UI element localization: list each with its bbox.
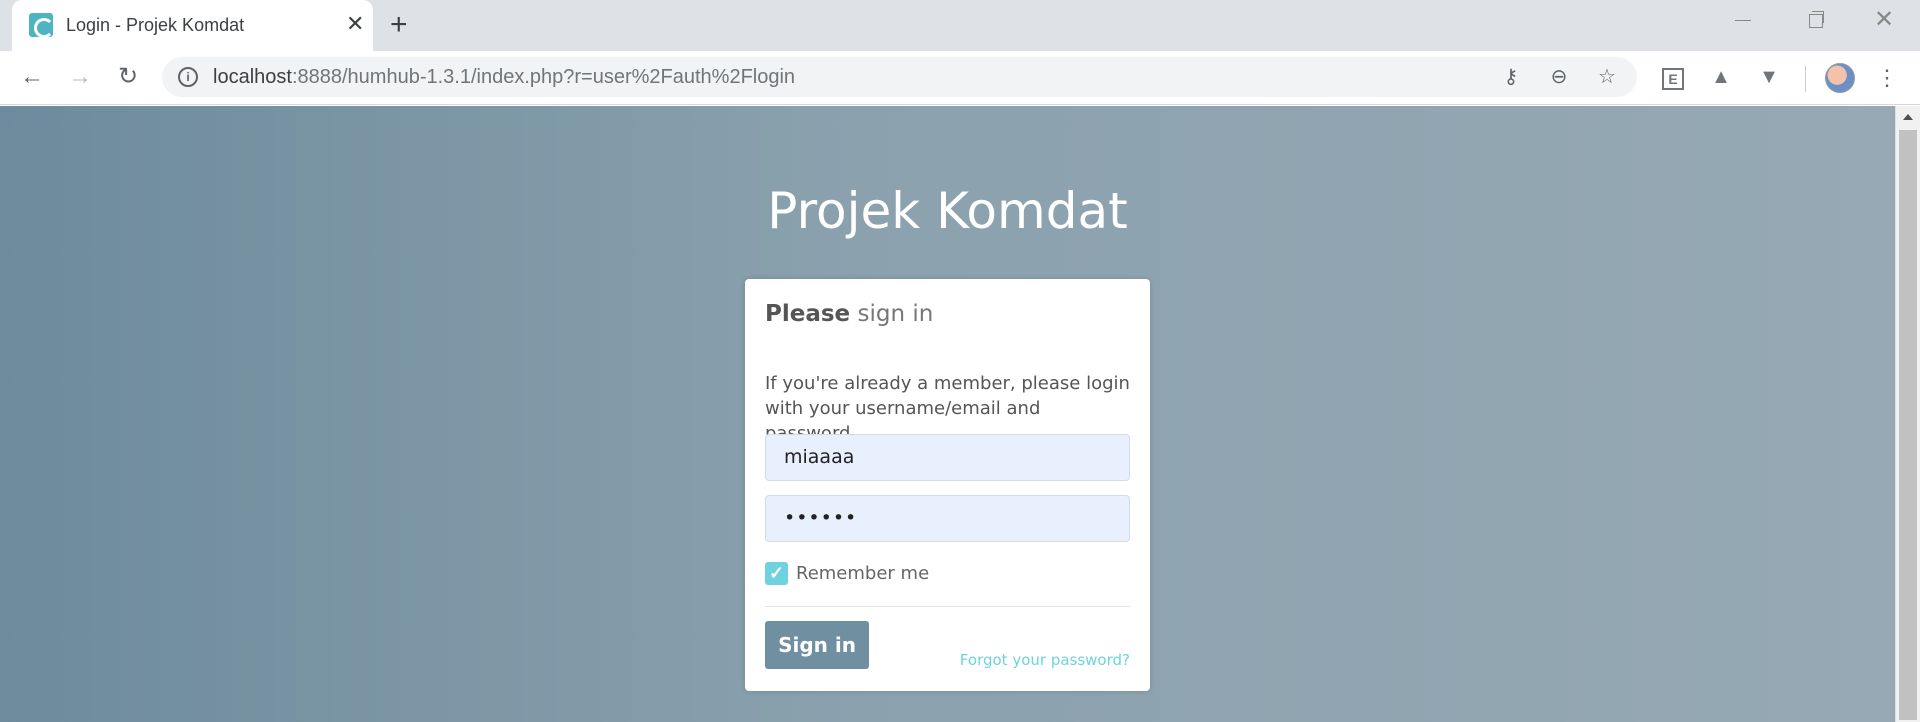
sign-in-button[interactable]: Sign in [765, 621, 869, 669]
window-close-icon[interactable]: ✕ [1874, 6, 1894, 34]
close-tab-icon[interactable]: ✕ [346, 11, 364, 37]
key-icon[interactable]: ⚷ [1498, 64, 1524, 90]
back-icon[interactable]: ← [16, 61, 48, 93]
heading-bold: Please [765, 301, 851, 327]
scroll-up-icon[interactable] [1903, 114, 1913, 120]
vertical-scrollbar[interactable] [1895, 106, 1920, 722]
heading-light: sign in [857, 301, 934, 327]
remember-me-checkbox[interactable]: ✓ [765, 562, 788, 585]
username-field[interactable]: miaaaa [765, 434, 1130, 481]
url-host: localhost [213, 66, 292, 88]
password-field[interactable]: •••••• [765, 495, 1130, 542]
scroll-thumb[interactable] [1899, 130, 1917, 720]
vue-extension-icon[interactable]: ▼ [1756, 64, 1782, 90]
tab-strip: Login - Projek Komdat ✕ + ✕ [0, 0, 1920, 51]
browser-menu-icon[interactable]: ⋮ [1876, 62, 1898, 94]
forgot-password-link[interactable]: Forgot your password? [960, 651, 1130, 669]
drive-extension-icon[interactable]: ▲ [1708, 64, 1734, 90]
new-tab-icon[interactable]: + [390, 8, 408, 42]
extension-e-icon[interactable]: E [1662, 68, 1684, 90]
login-heading: Please sign in [765, 301, 933, 327]
toolbar-divider [1805, 66, 1806, 92]
page-background: Projek Komdat Please sign in If you're a… [0, 106, 1895, 722]
url-text[interactable]: localhost:8888/humhub-1.3.1/index.php?r=… [213, 66, 795, 89]
login-card: Please sign in If you're already a membe… [745, 279, 1150, 691]
active-tab[interactable]: Login - Projek Komdat ✕ [12, 0, 373, 51]
address-bar[interactable]: i localhost:8888/humhub-1.3.1/index.php?… [162, 57, 1637, 97]
site-info-icon[interactable]: i [178, 67, 198, 87]
browser-toolbar: ← → ↻ i localhost:8888/humhub-1.3.1/inde… [0, 51, 1920, 105]
zoom-out-icon[interactable]: ⊖ [1546, 64, 1572, 90]
minimize-icon[interactable] [1735, 20, 1751, 21]
remember-me-label[interactable]: Remember me [796, 563, 929, 584]
brand-title: Projek Komdat [767, 182, 1128, 240]
card-divider [765, 606, 1130, 607]
restore-icon[interactable] [1809, 11, 1824, 28]
tab-title: Login - Projek Komdat [66, 15, 245, 35]
reload-icon[interactable]: ↻ [112, 61, 144, 93]
star-icon[interactable]: ☆ [1594, 64, 1620, 90]
forward-icon[interactable]: → [64, 61, 96, 93]
url-path: :8888/humhub-1.3.1/index.php?r=user%2Fau… [291, 66, 796, 88]
humhub-favicon-icon [29, 13, 54, 38]
profile-avatar[interactable] [1825, 63, 1855, 93]
